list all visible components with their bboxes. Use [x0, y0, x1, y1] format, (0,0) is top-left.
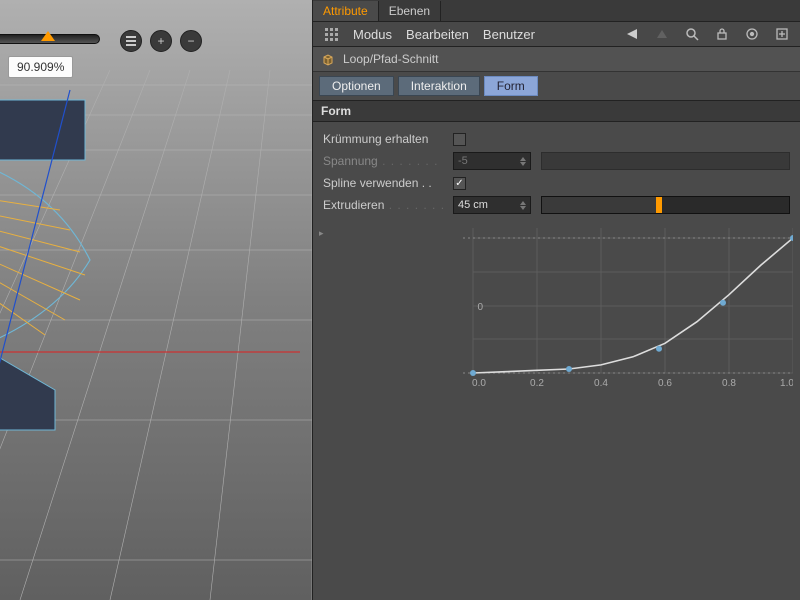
- menu-bearbeiten[interactable]: Bearbeiten: [406, 27, 469, 42]
- zoom-out-button[interactable]: −: [180, 30, 202, 52]
- cube-icon: [321, 52, 335, 66]
- svg-text:0.2: 0.2: [530, 378, 544, 389]
- label-spannung: Spannung: [323, 154, 449, 168]
- svg-text:0.0: 0.0: [472, 378, 486, 389]
- panel-tabs: Attribute Ebenen: [313, 0, 800, 22]
- field-extrude[interactable]: 45 cm: [453, 196, 531, 214]
- viewport-3d[interactable]: + − 90.909%: [0, 0, 312, 600]
- slider-extrude[interactable]: [541, 196, 790, 214]
- svg-text:0.4: 0.4: [594, 378, 608, 389]
- label-spline: Spline verwenden . .: [323, 176, 449, 190]
- tab-ebenen[interactable]: Ebenen: [379, 1, 441, 21]
- timeline-handle-icon[interactable]: [41, 31, 55, 41]
- svg-text:0.6: 0.6: [658, 378, 672, 389]
- field-spannung: -5: [453, 152, 531, 170]
- collapse-icon[interactable]: ▸: [319, 228, 324, 239]
- menu-benutzer[interactable]: Benutzer: [483, 27, 535, 42]
- checkbox-spline[interactable]: ✓: [453, 177, 466, 190]
- object-header: Loop/Pfad-Schnitt: [313, 47, 800, 72]
- nav-back-icon[interactable]: [624, 26, 640, 42]
- timeline-percent: 90.909%: [8, 56, 73, 78]
- menu-modus[interactable]: Modus: [353, 27, 392, 42]
- target-icon[interactable]: [744, 26, 760, 42]
- zoom-in-button[interactable]: +: [150, 30, 172, 52]
- checkbox-kruemmung[interactable]: [453, 133, 466, 146]
- lock-icon[interactable]: [714, 26, 730, 42]
- panel-grid-icon[interactable]: [323, 26, 339, 42]
- slider-spannung: [541, 152, 790, 170]
- viewport-grid: [0, 0, 312, 600]
- subtab-form[interactable]: Form: [484, 76, 538, 96]
- subtab-interaktion[interactable]: Interaktion: [398, 76, 480, 96]
- spline-curve-editor[interactable]: ▸: [463, 228, 790, 393]
- section-form-header: Form: [313, 100, 800, 122]
- timeline-slider[interactable]: [0, 34, 100, 44]
- svg-text:0.8: 0.8: [722, 378, 736, 389]
- subtab-optionen[interactable]: Optionen: [319, 76, 394, 96]
- label-extrude: Extrudieren: [323, 198, 449, 212]
- label-kruemmung: Krümmung erhalten: [323, 132, 449, 146]
- search-icon[interactable]: [684, 26, 700, 42]
- viewport-menu-button[interactable]: [120, 30, 142, 52]
- object-name: Loop/Pfad-Schnitt: [343, 52, 438, 66]
- attribute-panel: Attribute Ebenen Modus Bearbeiten Benutz…: [312, 0, 800, 600]
- new-panel-icon[interactable]: [774, 26, 790, 42]
- tab-attribute[interactable]: Attribute: [313, 1, 379, 21]
- svg-text:1.0: 1.0: [780, 378, 793, 389]
- svg-text:0: 0: [477, 302, 483, 313]
- nav-up-icon[interactable]: [654, 26, 670, 42]
